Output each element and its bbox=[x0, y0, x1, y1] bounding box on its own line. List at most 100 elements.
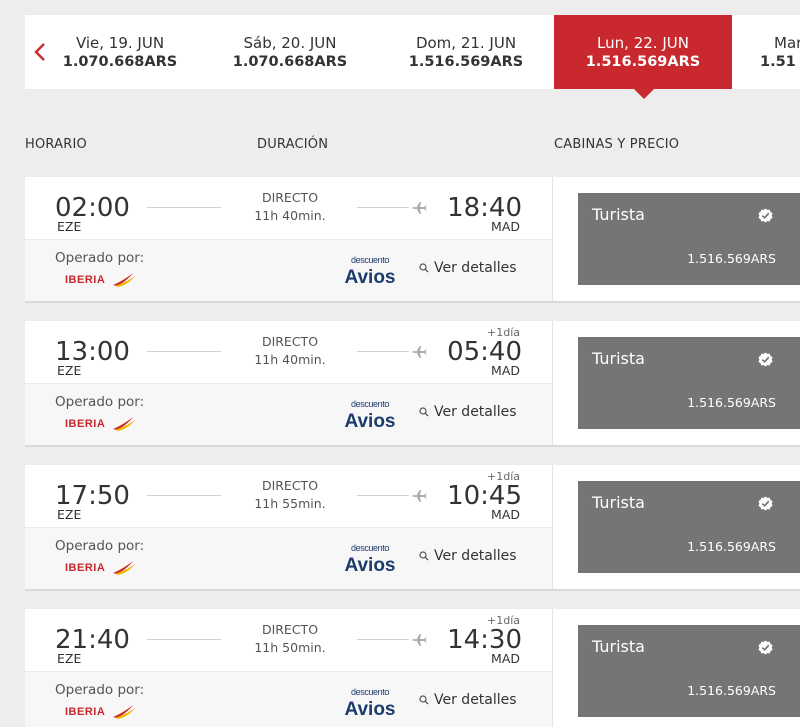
route-type: DIRECTO bbox=[261, 478, 319, 493]
plane-icon bbox=[412, 490, 427, 502]
flight-info: 02:00 EZE DIRECTO 11h 40min. 18:40 MAD O… bbox=[25, 177, 552, 301]
route-line bbox=[357, 495, 409, 496]
date-price: 1.516.569ARS bbox=[585, 54, 701, 70]
fare-option-button[interactable]: Turista 1.516.569ARS bbox=[578, 481, 800, 573]
departure-airport: EZE bbox=[57, 651, 82, 666]
route-line bbox=[357, 639, 409, 640]
fare-option-button[interactable]: Turista 1.516.569ARS bbox=[578, 193, 800, 285]
avios-discount-logo: descuento Avios bbox=[344, 255, 395, 288]
cabin-name: Turista bbox=[592, 493, 645, 512]
view-details-link[interactable]: Ver detalles bbox=[419, 404, 517, 420]
view-details-label: Ver detalles bbox=[434, 404, 517, 420]
route-type: DIRECTO bbox=[261, 334, 319, 349]
view-details-label: Ver detalles bbox=[434, 260, 517, 276]
operated-by-label: Operado por: bbox=[55, 250, 145, 266]
avios-discount-logo: descuento Avios bbox=[344, 543, 395, 576]
plane-icon bbox=[412, 202, 427, 214]
operated-by-label: Operado por: bbox=[55, 538, 145, 554]
fare-price: 1.516.569ARS bbox=[687, 251, 776, 266]
flight-info: 17:50 EZE DIRECTO 11h 55min. +1día 10:45… bbox=[25, 465, 552, 589]
flight-info: 21:40 EZE DIRECTO 11h 50min. +1día 14:30… bbox=[25, 609, 552, 727]
route-line bbox=[357, 351, 409, 352]
magnifier-icon bbox=[419, 407, 429, 417]
avios-discount-logo: descuento Avios bbox=[344, 687, 395, 720]
fare-price: 1.516.569ARS bbox=[687, 539, 776, 554]
date-option-1[interactable]: Sáb, 20. JUN 1.070.668ARS bbox=[211, 15, 369, 89]
date-label: Dom, 21. JUN bbox=[415, 34, 517, 52]
column-divider bbox=[552, 609, 553, 727]
flight-footer: Operado por: IBERIA descuento Avios Ver … bbox=[25, 527, 552, 589]
column-divider bbox=[552, 465, 553, 589]
view-details-label: Ver detalles bbox=[434, 692, 517, 708]
fare-price: 1.516.569ARS bbox=[687, 683, 776, 698]
cabin-name: Turista bbox=[592, 205, 645, 224]
fare-option-button[interactable]: Turista 1.516.569ARS bbox=[578, 625, 800, 717]
svg-text:IBERIA: IBERIA bbox=[65, 274, 105, 286]
operated-by-label: Operado por: bbox=[55, 394, 145, 410]
flight-duration: 11h 55min. bbox=[254, 496, 326, 511]
iberia-logo: IBERIA bbox=[65, 417, 135, 431]
flight-duration: 11h 50min. bbox=[254, 640, 326, 655]
date-label: Mar bbox=[774, 34, 800, 52]
departure-airport: EZE bbox=[57, 507, 82, 522]
flight-footer: Operado por: IBERIA descuento Avios Ver … bbox=[25, 671, 552, 727]
flight-card-0: 02:00 EZE DIRECTO 11h 40min. 18:40 MAD O… bbox=[25, 177, 800, 303]
date-option-0[interactable]: Vie, 19. JUN 1.070.668ARS bbox=[43, 15, 197, 89]
iberia-logo: IBERIA bbox=[65, 705, 135, 719]
svg-text:IBERIA: IBERIA bbox=[65, 706, 105, 718]
column-divider bbox=[552, 177, 553, 301]
cabin-name: Turista bbox=[592, 349, 645, 368]
route-line bbox=[147, 207, 221, 208]
arrival-airport: MAD bbox=[491, 651, 520, 666]
date-option-2[interactable]: Dom, 21. JUN 1.516.569ARS bbox=[387, 15, 545, 89]
plane-icon bbox=[412, 346, 427, 358]
date-label: Vie, 19. JUN bbox=[75, 34, 165, 52]
date-price: 1.51 bbox=[760, 54, 796, 70]
arrival-airport: MAD bbox=[491, 363, 520, 378]
svg-text:descuento: descuento bbox=[351, 255, 389, 265]
date-price: 1.516.569ARS bbox=[408, 54, 524, 70]
route-line bbox=[357, 207, 409, 208]
svg-text:descuento: descuento bbox=[351, 687, 389, 697]
check-badge-icon bbox=[758, 496, 773, 511]
view-details-link[interactable]: Ver detalles bbox=[419, 548, 517, 564]
date-price: 1.070.668ARS bbox=[62, 54, 178, 70]
route-type: DIRECTO bbox=[261, 622, 319, 637]
view-details-link[interactable]: Ver detalles bbox=[419, 692, 517, 708]
svg-text:Avios: Avios bbox=[344, 267, 395, 288]
svg-text:IBERIA: IBERIA bbox=[65, 562, 105, 574]
svg-text:IBERIA: IBERIA bbox=[65, 418, 105, 430]
arrival-airport: MAD bbox=[491, 507, 520, 522]
iberia-logo: IBERIA bbox=[65, 561, 135, 575]
route-type: DIRECTO bbox=[261, 190, 319, 205]
svg-text:descuento: descuento bbox=[351, 543, 389, 553]
flight-duration: 11h 40min. bbox=[254, 208, 326, 223]
view-details-link[interactable]: Ver detalles bbox=[419, 260, 517, 276]
column-divider bbox=[552, 321, 553, 445]
iberia-logo: IBERIA bbox=[65, 273, 135, 287]
magnifier-icon bbox=[419, 695, 429, 705]
check-badge-icon bbox=[758, 352, 773, 367]
flight-footer: Operado por: IBERIA descuento Avios Ver … bbox=[25, 239, 552, 301]
flight-info: 13:00 EZE DIRECTO 11h 40min. +1día 05:40… bbox=[25, 321, 552, 445]
check-badge-icon bbox=[758, 208, 773, 223]
cabin-name: Turista bbox=[592, 637, 645, 656]
svg-text:descuento: descuento bbox=[351, 399, 389, 409]
route-line bbox=[147, 351, 221, 352]
svg-text:Avios: Avios bbox=[344, 555, 395, 576]
fare-price: 1.516.569ARS bbox=[687, 395, 776, 410]
magnifier-icon bbox=[419, 263, 429, 273]
flight-card-1: 13:00 EZE DIRECTO 11h 40min. +1día 05:40… bbox=[25, 321, 800, 447]
flight-card-3: 21:40 EZE DIRECTO 11h 50min. +1día 14:30… bbox=[25, 609, 800, 727]
date-option-3-selected[interactable]: Lun, 22. JUN 1.516.569ARS bbox=[554, 15, 732, 99]
check-badge-icon bbox=[758, 640, 773, 655]
arrival-airport: MAD bbox=[491, 219, 520, 234]
departure-airport: EZE bbox=[57, 363, 82, 378]
departure-airport: EZE bbox=[57, 219, 82, 234]
flight-card-2: 17:50 EZE DIRECTO 11h 55min. +1día 10:45… bbox=[25, 465, 800, 591]
fare-option-button[interactable]: Turista 1.516.569ARS bbox=[578, 337, 800, 429]
date-carousel: Vie, 19. JUN 1.070.668ARS Sáb, 20. JUN 1… bbox=[25, 15, 800, 99]
flight-duration: 11h 40min. bbox=[254, 352, 326, 367]
date-option-4[interactable]: Mar 1.51 bbox=[750, 15, 800, 89]
svg-text:Avios: Avios bbox=[344, 411, 395, 432]
